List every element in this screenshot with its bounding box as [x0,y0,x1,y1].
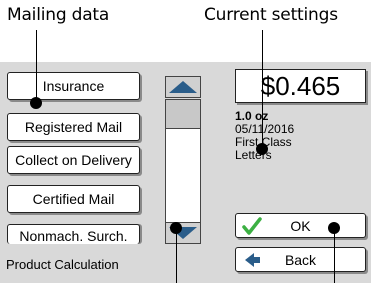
scroll-thumb[interactable] [165,99,201,129]
callout-dot-scroll [170,222,182,234]
scroll-up-button[interactable] [165,76,201,98]
callout-current-settings: Current settings [204,5,338,25]
collect-on-delivery-button[interactable]: Collect on Delivery [7,146,140,174]
callout-line-mailing [36,30,37,103]
nonmach-surcharge-button[interactable]: Nonmach. Surch. [7,224,140,244]
callout-line-ok [334,228,335,283]
callout-line-scroll [176,228,177,283]
callout-line-settings [262,30,263,149]
registered-mail-button[interactable]: Registered Mail [7,113,140,141]
insurance-button[interactable]: Insurance [7,72,140,100]
callout-mailing-data: Mailing data [7,5,110,25]
callout-dot-settings [256,143,268,155]
callout-dot-ok [328,222,340,234]
ok-label: OK [290,218,311,234]
ok-button[interactable]: OK [235,213,366,238]
status-text: Product Calculation [6,257,119,272]
certified-mail-button[interactable]: Certified Mail [7,185,140,213]
back-button[interactable]: Back [235,247,366,272]
callout-dot-mailing [30,97,42,109]
scroll-up-icon [169,81,197,93]
postage-amount: $0.465 [235,69,366,103]
back-label: Back [284,252,317,268]
